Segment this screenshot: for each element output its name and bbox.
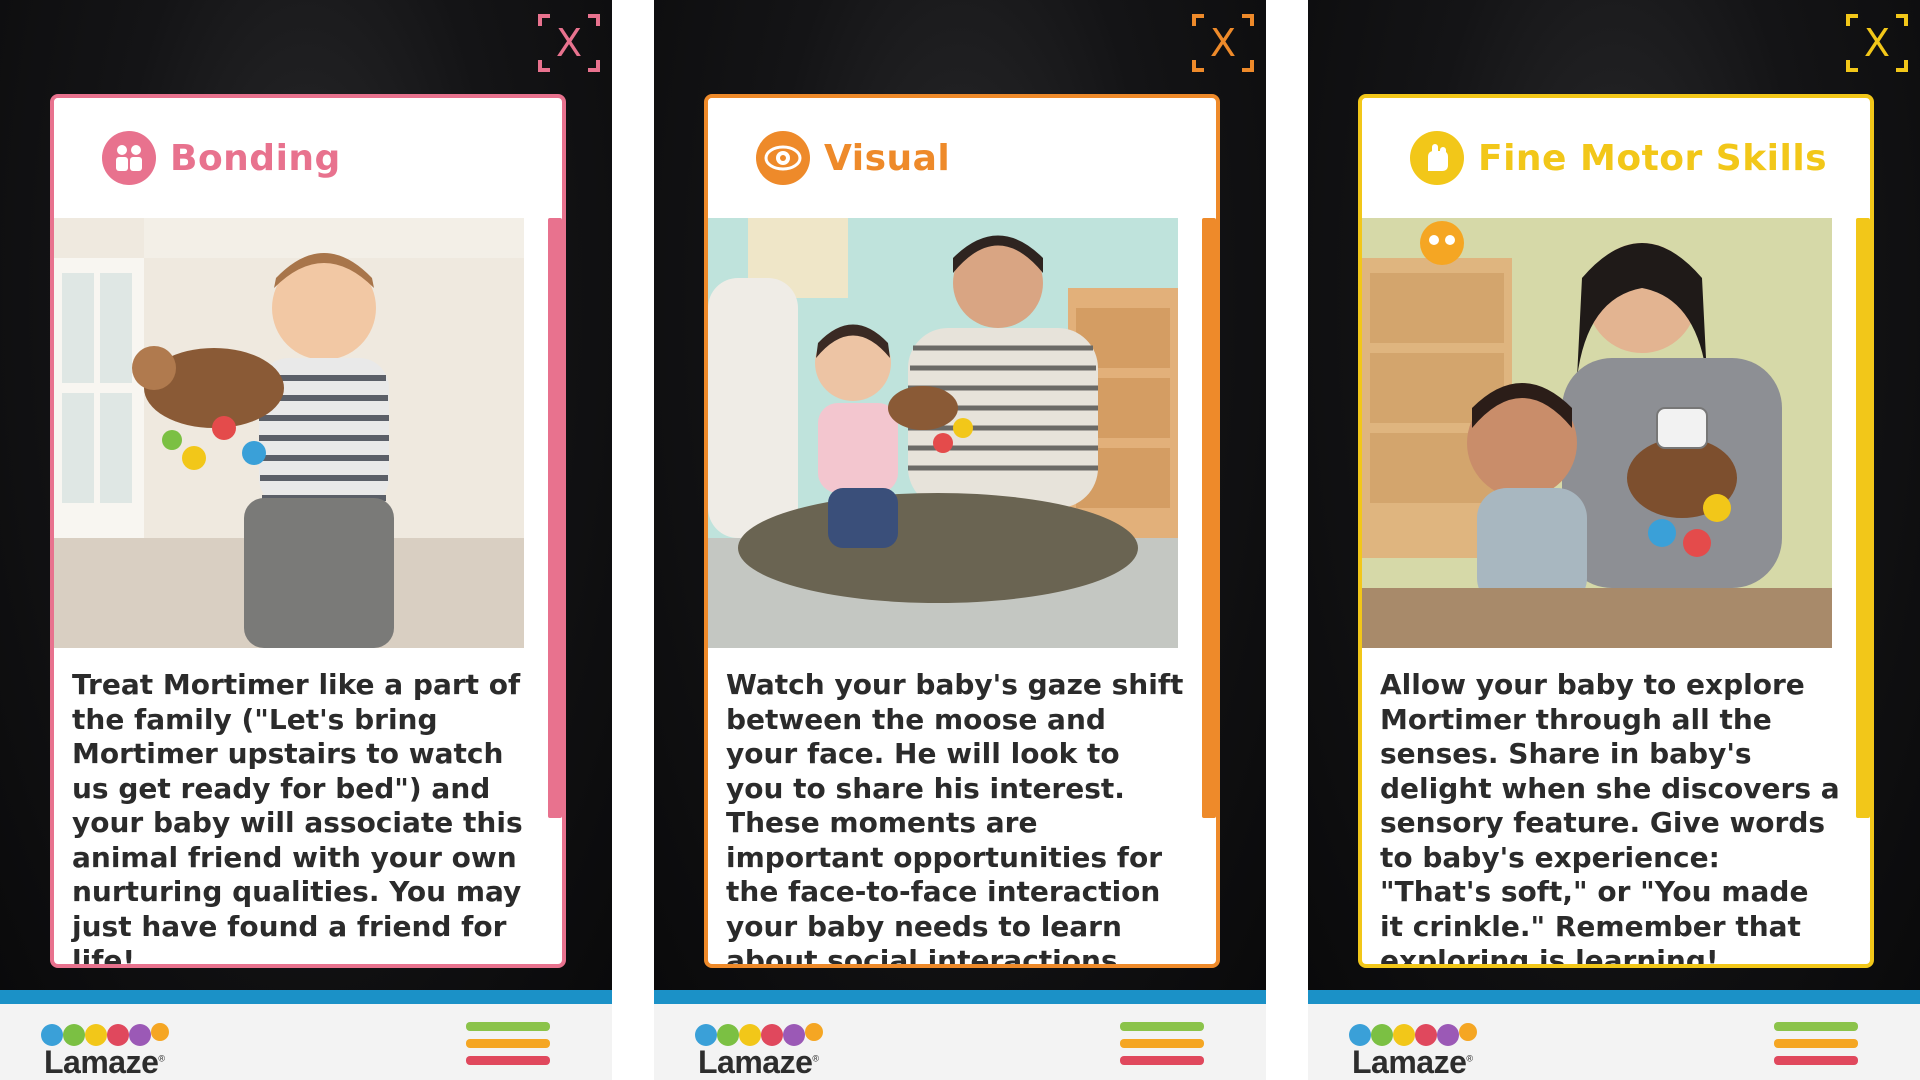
scrollbar-thumb[interactable] xyxy=(548,218,562,818)
menu-line-icon xyxy=(466,1056,550,1065)
menu-line-icon xyxy=(1120,1022,1204,1031)
footer-accent-strip xyxy=(0,990,612,1004)
menu-line-icon xyxy=(1120,1039,1204,1048)
scrollbar[interactable] xyxy=(1202,218,1216,964)
info-card: Fine Motor Skills Allow your baby to exp… xyxy=(1358,94,1874,968)
trademark: ® xyxy=(1466,1053,1473,1064)
card-description: Allow your baby to explore Mortimer thro… xyxy=(1380,668,1840,968)
app-screen-bonding: X Bonding Treat Mortimer like a part of … xyxy=(0,0,612,1080)
info-card: Bonding Treat Mortimer like a part of th… xyxy=(50,94,566,968)
hamburger-menu-button[interactable] xyxy=(466,1022,550,1072)
card-description: Watch your baby's gaze shift between the… xyxy=(726,668,1184,968)
lamaze-logo: Lamaze® xyxy=(1348,1020,1488,1080)
close-icon: X xyxy=(1846,14,1908,72)
card-description: Treat Mortimer like a part of the family… xyxy=(72,668,523,968)
lamaze-logo: Lamaze® xyxy=(694,1020,834,1080)
hand-icon xyxy=(1410,131,1464,185)
footer-accent-strip xyxy=(1308,990,1920,1004)
brand-name: Lamaze xyxy=(698,1044,813,1080)
menu-line-icon xyxy=(1774,1039,1858,1048)
app-screen-fine-motor-skills: X Fine Motor Skills Allow your baby to e… xyxy=(1308,0,1920,1080)
bonding-people-icon xyxy=(102,131,156,185)
footer-bar: Lamaze® xyxy=(654,1004,1266,1080)
info-card: Visual Watch your baby's gaze shift betw… xyxy=(704,94,1220,968)
card-title: Fine Motor Skills xyxy=(1478,137,1828,179)
card-header: Visual xyxy=(708,98,1208,218)
brand-name: Lamaze xyxy=(44,1044,159,1080)
menu-line-icon xyxy=(466,1022,550,1031)
card-photo xyxy=(1362,218,1832,648)
scrollbar[interactable] xyxy=(548,218,562,964)
scrollbar-thumb[interactable] xyxy=(1202,218,1216,818)
close-icon: X xyxy=(1192,14,1254,72)
menu-line-icon xyxy=(1120,1056,1204,1065)
trademark: ® xyxy=(812,1053,819,1064)
footer-bar: Lamaze® xyxy=(1308,1004,1920,1080)
close-label: X xyxy=(1864,21,1890,65)
brand-name: Lamaze xyxy=(1352,1044,1467,1080)
app-screen-visual: X Visual Watch your baby's gaze shift be… xyxy=(654,0,1266,1080)
menu-line-icon xyxy=(1774,1056,1858,1065)
hamburger-menu-button[interactable] xyxy=(1120,1022,1204,1072)
card-photo xyxy=(54,218,524,648)
close-label: X xyxy=(1210,21,1236,65)
card-photo xyxy=(708,218,1178,648)
lamaze-logo: Lamaze® xyxy=(40,1020,180,1080)
menu-line-icon xyxy=(1774,1022,1858,1031)
trademark: ® xyxy=(158,1053,165,1064)
close-button[interactable]: X xyxy=(1844,12,1910,74)
card-title: Bonding xyxy=(170,137,341,179)
eye-icon xyxy=(756,131,810,185)
card-header: Fine Motor Skills xyxy=(1362,98,1862,218)
menu-line-icon xyxy=(466,1039,550,1048)
card-header: Bonding xyxy=(54,98,554,218)
close-button[interactable]: X xyxy=(1190,12,1256,74)
footer-bar: Lamaze® xyxy=(0,1004,612,1080)
close-label: X xyxy=(556,21,582,65)
close-icon: X xyxy=(538,14,600,72)
scrollbar[interactable] xyxy=(1856,218,1870,964)
card-title: Visual xyxy=(824,137,951,179)
close-button[interactable]: X xyxy=(536,12,602,74)
scrollbar-thumb[interactable] xyxy=(1856,218,1870,818)
footer-accent-strip xyxy=(654,990,1266,1004)
hamburger-menu-button[interactable] xyxy=(1774,1022,1858,1072)
